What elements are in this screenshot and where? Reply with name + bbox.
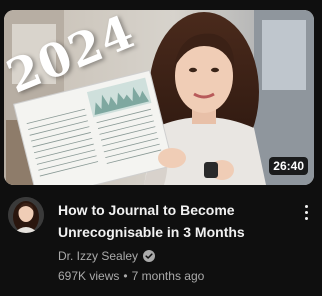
video-meta: 697K views • 7 months ago [58, 268, 204, 284]
menu-dot [304, 204, 308, 208]
duration-badge: 26:40 [269, 157, 308, 175]
channel-name[interactable]: Dr. Izzy Sealey [58, 248, 138, 264]
video-card: 2024 26:40 How to Journal to Become Unre… [0, 0, 322, 296]
more-vert-icon[interactable] [298, 200, 314, 224]
verified-check-icon [143, 250, 156, 262]
avatar-image [8, 197, 44, 233]
video-title[interactable]: How to Journal to Become Unrecognisable … [58, 199, 280, 243]
menu-dot [304, 216, 308, 220]
view-count: 697K views [58, 269, 120, 283]
channel-avatar[interactable] [8, 197, 44, 233]
meta-separator: • [123, 269, 128, 283]
upload-age: 7 months ago [131, 269, 205, 283]
video-thumbnail[interactable]: 2024 26:40 [4, 10, 314, 185]
channel-row: Dr. Izzy Sealey [58, 248, 156, 264]
menu-dot [304, 210, 308, 214]
